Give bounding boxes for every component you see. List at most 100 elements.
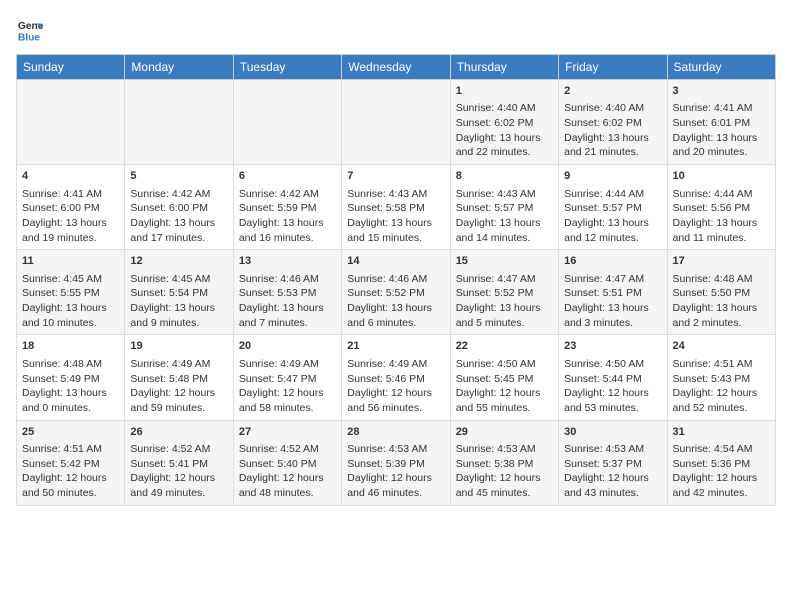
day-info: Sunrise: 4:40 AM Sunset: 6:02 PM Dayligh… [456, 102, 541, 158]
calendar-cell: 24 Sunrise: 4:51 AM Sunset: 5:43 PM Dayli… [667, 335, 775, 420]
calendar-cell: 9 Sunrise: 4:44 AM Sunset: 5:57 PM Daylig… [559, 165, 667, 250]
calendar-cell: 8 Sunrise: 4:43 AM Sunset: 5:57 PM Daylig… [450, 165, 558, 250]
calendar-cell: 29Sunrise: 4:53 AM Sunset: 5:38 PM Dayli… [450, 420, 558, 505]
column-header-friday: Friday [559, 55, 667, 80]
logo: General Blue [16, 16, 48, 44]
calendar-cell: 26Sunrise: 4:52 AM Sunset: 5:41 PM Dayli… [125, 420, 233, 505]
calendar-cell: 4 Sunrise: 4:41 AM Sunset: 6:00 PM Daylig… [17, 165, 125, 250]
calendar-cell: 12 Sunrise: 4:45 AM Sunset: 5:54 PM Dayli… [125, 250, 233, 335]
day-info: Sunrise: 4:49 AM Sunset: 5:47 PM Dayligh… [239, 358, 324, 414]
day-number: 4 [22, 169, 119, 184]
day-info: Sunrise: 4:49 AM Sunset: 5:46 PM Dayligh… [347, 358, 432, 414]
day-number: 16 [564, 254, 661, 269]
day-info: Sunrise: 4:50 AM Sunset: 5:45 PM Dayligh… [456, 358, 541, 414]
day-number: 31 [673, 425, 770, 440]
calendar-cell: 5 Sunrise: 4:42 AM Sunset: 6:00 PM Daylig… [125, 165, 233, 250]
calendar-cell: 16 Sunrise: 4:47 AM Sunset: 5:51 PM Dayli… [559, 250, 667, 335]
day-number: 25 [22, 425, 119, 440]
day-number: 7 [347, 169, 444, 184]
calendar-cell: 22Sunrise: 4:50 AM Sunset: 5:45 PM Dayli… [450, 335, 558, 420]
day-info: Sunrise: 4:42 AM Sunset: 5:59 PM Dayligh… [239, 188, 324, 244]
day-info: Sunrise: 4:41 AM Sunset: 6:01 PM Dayligh… [673, 102, 758, 158]
day-number: 24 [673, 339, 770, 354]
column-header-sunday: Sunday [17, 55, 125, 80]
day-info: Sunrise: 4:40 AM Sunset: 6:02 PM Dayligh… [564, 102, 649, 158]
day-info: Sunrise: 4:44 AM Sunset: 5:57 PM Dayligh… [564, 188, 649, 244]
calendar-cell [233, 80, 341, 165]
day-number: 12 [130, 254, 227, 269]
day-number: 3 [673, 84, 770, 99]
day-info: Sunrise: 4:44 AM Sunset: 5:56 PM Dayligh… [673, 188, 758, 244]
calendar-cell [342, 80, 450, 165]
logo-icon: General Blue [16, 16, 44, 44]
day-info: Sunrise: 4:46 AM Sunset: 5:52 PM Dayligh… [347, 273, 432, 329]
calendar-cell: 21 Sunrise: 4:49 AM Sunset: 5:46 PM Dayli… [342, 335, 450, 420]
column-header-saturday: Saturday [667, 55, 775, 80]
day-info: Sunrise: 4:45 AM Sunset: 5:54 PM Dayligh… [130, 273, 215, 329]
calendar-cell: 7 Sunrise: 4:43 AM Sunset: 5:58 PM Daylig… [342, 165, 450, 250]
calendar-row: 1 Sunrise: 4:40 AM Sunset: 6:02 PM Daylig… [17, 80, 776, 165]
day-info: Sunrise: 4:47 AM Sunset: 5:52 PM Dayligh… [456, 273, 541, 329]
day-info: Sunrise: 4:46 AM Sunset: 5:53 PM Dayligh… [239, 273, 324, 329]
day-number: 8 [456, 169, 553, 184]
day-number: 2 [564, 84, 661, 99]
day-number: 29 [456, 425, 553, 440]
calendar-cell: 20 Sunrise: 4:49 AM Sunset: 5:47 PM Dayli… [233, 335, 341, 420]
column-header-monday: Monday [125, 55, 233, 80]
day-info: Sunrise: 4:42 AM Sunset: 6:00 PM Dayligh… [130, 188, 215, 244]
calendar-cell: 30 Sunrise: 4:53 AM Sunset: 5:37 PM Dayli… [559, 420, 667, 505]
day-number: 26 [130, 425, 227, 440]
calendar-cell [125, 80, 233, 165]
calendar-cell: 6 Sunrise: 4:42 AM Sunset: 5:59 PM Daylig… [233, 165, 341, 250]
calendar-cell: 18Sunrise: 4:48 AM Sunset: 5:49 PM Dayli… [17, 335, 125, 420]
calendar-cell: 2 Sunrise: 4:40 AM Sunset: 6:02 PM Daylig… [559, 80, 667, 165]
day-number: 21 [347, 339, 444, 354]
calendar-header-row: SundayMondayTuesdayWednesdayThursdayFrid… [17, 55, 776, 80]
day-number: 20 [239, 339, 336, 354]
day-number: 9 [564, 169, 661, 184]
column-header-wednesday: Wednesday [342, 55, 450, 80]
day-number: 10 [673, 169, 770, 184]
calendar-cell: 17Sunrise: 4:48 AM Sunset: 5:50 PM Dayli… [667, 250, 775, 335]
day-number: 19 [130, 339, 227, 354]
day-number: 5 [130, 169, 227, 184]
day-info: Sunrise: 4:51 AM Sunset: 5:42 PM Dayligh… [22, 443, 107, 499]
day-number: 28 [347, 425, 444, 440]
day-info: Sunrise: 4:54 AM Sunset: 5:36 PM Dayligh… [673, 443, 758, 499]
day-number: 1 [456, 84, 553, 99]
calendar-cell: 27Sunrise: 4:52 AM Sunset: 5:40 PM Dayli… [233, 420, 341, 505]
calendar-cell: 11Sunrise: 4:45 AM Sunset: 5:55 PM Dayli… [17, 250, 125, 335]
day-number: 13 [239, 254, 336, 269]
day-info: Sunrise: 4:43 AM Sunset: 5:57 PM Dayligh… [456, 188, 541, 244]
calendar-cell: 1 Sunrise: 4:40 AM Sunset: 6:02 PM Daylig… [450, 80, 558, 165]
day-info: Sunrise: 4:52 AM Sunset: 5:40 PM Dayligh… [239, 443, 324, 499]
day-number: 18 [22, 339, 119, 354]
day-number: 15 [456, 254, 553, 269]
calendar-cell: 15 Sunrise: 4:47 AM Sunset: 5:52 PM Dayli… [450, 250, 558, 335]
calendar-cell: 25 Sunrise: 4:51 AM Sunset: 5:42 PM Dayli… [17, 420, 125, 505]
day-info: Sunrise: 4:47 AM Sunset: 5:51 PM Dayligh… [564, 273, 649, 329]
calendar-row: 25 Sunrise: 4:51 AM Sunset: 5:42 PM Dayli… [17, 420, 776, 505]
svg-text:Blue: Blue [18, 32, 41, 43]
calendar-cell: 3 Sunrise: 4:41 AM Sunset: 6:01 PM Daylig… [667, 80, 775, 165]
day-info: Sunrise: 4:53 AM Sunset: 5:37 PM Dayligh… [564, 443, 649, 499]
day-info: Sunrise: 4:41 AM Sunset: 6:00 PM Dayligh… [22, 188, 107, 244]
calendar-table: SundayMondayTuesdayWednesdayThursdayFrid… [16, 54, 776, 506]
day-number: 30 [564, 425, 661, 440]
calendar-cell: 13 Sunrise: 4:46 AM Sunset: 5:53 PM Dayli… [233, 250, 341, 335]
calendar-row: 11Sunrise: 4:45 AM Sunset: 5:55 PM Dayli… [17, 250, 776, 335]
day-info: Sunrise: 4:51 AM Sunset: 5:43 PM Dayligh… [673, 358, 758, 414]
calendar-row: 18Sunrise: 4:48 AM Sunset: 5:49 PM Dayli… [17, 335, 776, 420]
column-header-tuesday: Tuesday [233, 55, 341, 80]
day-info: Sunrise: 4:50 AM Sunset: 5:44 PM Dayligh… [564, 358, 649, 414]
calendar-cell: 28Sunrise: 4:53 AM Sunset: 5:39 PM Dayli… [342, 420, 450, 505]
day-number: 6 [239, 169, 336, 184]
day-info: Sunrise: 4:48 AM Sunset: 5:50 PM Dayligh… [673, 273, 758, 329]
calendar-cell [17, 80, 125, 165]
calendar-cell: 19Sunrise: 4:49 AM Sunset: 5:48 PM Dayli… [125, 335, 233, 420]
day-info: Sunrise: 4:43 AM Sunset: 5:58 PM Dayligh… [347, 188, 432, 244]
day-number: 14 [347, 254, 444, 269]
header: General Blue [16, 16, 776, 44]
calendar-cell: 10 Sunrise: 4:44 AM Sunset: 5:56 PM Dayli… [667, 165, 775, 250]
day-number: 23 [564, 339, 661, 354]
